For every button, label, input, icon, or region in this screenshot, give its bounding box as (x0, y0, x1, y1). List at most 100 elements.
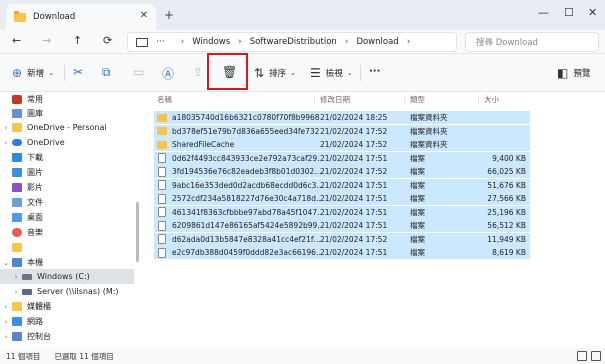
file-row[interactable]: e2c97db388d0459f0ddd82e3ac66196… 21/02/20… (154, 246, 530, 260)
up-button[interactable]: ↑ (73, 34, 82, 47)
delete-highlight-box (207, 53, 248, 90)
breadcrumb-windows[interactable]: Windows (192, 37, 230, 47)
breadcrumb-softwaredistribution[interactable]: SoftwareDistribution (250, 37, 337, 47)
tab-close-icon[interactable]: ✕ (140, 10, 148, 21)
file-row[interactable]: 461341f8363cfbbbe97abd78a45f1047… 21/02/2… (154, 205, 530, 219)
folder-icon (12, 123, 22, 132)
chevron-right-icon: › (344, 37, 349, 47)
sidebar-item-videos[interactable]: 影片 (0, 180, 134, 195)
folder-icon (157, 113, 167, 122)
address-bar[interactable]: ··· › Windows › SoftwareDistribution › D… (127, 32, 457, 52)
file-row[interactable]: a18035740d16b6321c0780f70f8b9968 21/02/20… (154, 111, 530, 125)
file-name: SharedFileCache (172, 140, 235, 150)
file-icon (158, 220, 166, 231)
cut-icon[interactable]: ✂ (73, 65, 83, 79)
sidebar-item-music[interactable]: 音樂 (0, 225, 134, 240)
back-button[interactable]: ← (12, 34, 21, 47)
rename-icon[interactable]: Ⓐ (162, 65, 174, 82)
column-header-name[interactable]: 名稱 (157, 94, 172, 105)
sidebar-item-control-panel[interactable]: › 控制台 (0, 329, 134, 344)
sidebar-item-label: 網路 (27, 317, 43, 326)
file-date: 21/02/2024 17:51 (320, 207, 388, 217)
chevron-right-icon[interactable]: › (0, 303, 12, 311)
more-options-button[interactable]: ··· (369, 66, 380, 77)
file-row[interactable]: d62ada0d13b5847e8328a41cc4ef21f… 21/02/20… (154, 232, 530, 246)
refresh-button[interactable]: ⟳ (103, 34, 112, 47)
sidebar-item-onedrive[interactable]: › OneDrive (0, 135, 134, 150)
file-row[interactable]: 0d62f4493cc843933ce2e792a73caf29… 21/02/2… (154, 151, 530, 165)
chevron-right-icon[interactable]: › (407, 37, 411, 47)
chevron-down-icon: ⌄ (48, 69, 54, 77)
sidebar-item-network[interactable]: › 網路 (0, 314, 134, 329)
network-icon (12, 317, 22, 326)
control-panel-icon (12, 332, 22, 341)
sidebar-item-desktop[interactable]: 桌面 (0, 210, 134, 225)
tab-title: Download (33, 12, 76, 22)
file-row[interactable]: 3fd194536e76c82eadeb3f8b01d0302… 21/02/20… (154, 165, 530, 179)
sidebar-item-windows-c[interactable]: › Windows (C:) (0, 269, 134, 284)
chevron-right-icon[interactable]: › (10, 273, 22, 281)
sidebar-item-downloads[interactable]: 下載 (0, 150, 134, 165)
sidebar-item-label: 圖片 (27, 168, 43, 177)
new-button[interactable]: ⊕ 新增 ⌄ (12, 66, 54, 80)
file-type: 檔案 (410, 234, 425, 244)
sidebar-item-this-pc[interactable]: ⌄ 本機 (0, 255, 134, 270)
sidebar-item-pictures[interactable]: 圖片 (0, 165, 134, 180)
sidebar-item-onedrive-personal[interactable]: › OneDrive - Personal (0, 120, 134, 135)
forward-button[interactable]: → (42, 34, 51, 47)
file-row[interactable]: 6209861d147e86165af5424e5892b99… 21/02/20… (154, 219, 530, 233)
breadcrumb-more[interactable]: ··· (156, 37, 165, 47)
sort-button[interactable]: ⇅ 排序 ⌄ (254, 66, 296, 80)
paste-icon[interactable]: ▭ (133, 65, 144, 79)
chevron-right-icon[interactable]: › (10, 288, 22, 296)
chevron-right-icon[interactable]: › (0, 318, 12, 326)
sidebar-item-documents[interactable]: 文件 (0, 195, 134, 210)
copy-icon[interactable]: ⧉ (102, 65, 111, 80)
sidebar-item-label: 常用 (27, 95, 43, 104)
file-type: 檔案 (410, 180, 425, 190)
column-header-size[interactable]: 大小 (484, 94, 499, 105)
sidebar-item-home[interactable]: 常用 (0, 92, 134, 107)
file-row[interactable]: 9abc16e353ded0d2acdb68ecdd0d6c3… 21/02/20… (154, 178, 530, 192)
sidebar-item-server-m[interactable]: › Server (\\ilsnas) (M:) (0, 284, 134, 299)
sidebar-item-gallery[interactable]: 圖庫 (0, 106, 134, 121)
details-view-icon[interactable] (577, 351, 587, 361)
maximize-button[interactable]: ☐ (564, 6, 574, 19)
file-date: 21/02/2024 17:51 (320, 180, 388, 190)
column-header-type[interactable]: 類型 (410, 94, 425, 105)
file-icon (158, 247, 166, 258)
chevron-right-icon[interactable]: › (0, 333, 12, 341)
column-divider[interactable] (478, 95, 479, 105)
file-date: 21/02/2024 17:52 (320, 234, 388, 244)
column-header-date[interactable]: 修改日期 (320, 94, 350, 105)
view-button[interactable]: ☰ 檢視 ⌄ (310, 66, 353, 80)
sidebar-item-folder[interactable] (0, 240, 134, 255)
file-row[interactable]: SharedFileCache 21/02/2024 17:52 檔案資料夾 (154, 138, 530, 152)
minimize-button[interactable]: — (538, 6, 549, 19)
sidebar-item-label: 本機 (27, 258, 43, 267)
column-divider[interactable] (314, 95, 315, 105)
divider (64, 65, 65, 81)
share-icon[interactable]: ⇪ (193, 65, 203, 79)
chevron-right-icon[interactable]: › (0, 139, 12, 147)
file-size: 56,512 KB (487, 221, 526, 231)
chevron-down-icon: ⌄ (346, 69, 353, 77)
file-row[interactable]: bd378ef51e79b7d836a655eed34fe732 21/02/20… (154, 124, 530, 138)
sidebar-item-libraries[interactable]: › 媒體櫃 (0, 299, 134, 314)
search-input[interactable]: 搜尋 Download (465, 32, 599, 52)
sidebar-item-label: OneDrive (27, 138, 65, 147)
column-divider[interactable] (404, 95, 405, 105)
new-tab-button[interactable]: + (164, 8, 174, 22)
breadcrumb-download[interactable]: Download (356, 37, 398, 47)
file-type: 檔案資料夾 (410, 140, 448, 150)
title-bar: Download ✕ + — ☐ ✕ (0, 0, 605, 30)
sidebar-scrollbar[interactable] (136, 202, 139, 262)
close-window-button[interactable]: ✕ (588, 6, 597, 19)
tiles-view-icon[interactable] (591, 351, 601, 361)
preview-button[interactable]: ◧ 預覽 (557, 66, 590, 80)
chevron-right-icon[interactable]: › (0, 124, 12, 132)
chevron-down-icon[interactable]: ⌄ (0, 259, 12, 267)
file-row[interactable]: 2572cdf234a5818227d76e30c4a718d… 21/02/20… (154, 192, 530, 206)
libraries-icon (12, 302, 22, 311)
tab-download[interactable]: Download ✕ (6, 4, 156, 30)
